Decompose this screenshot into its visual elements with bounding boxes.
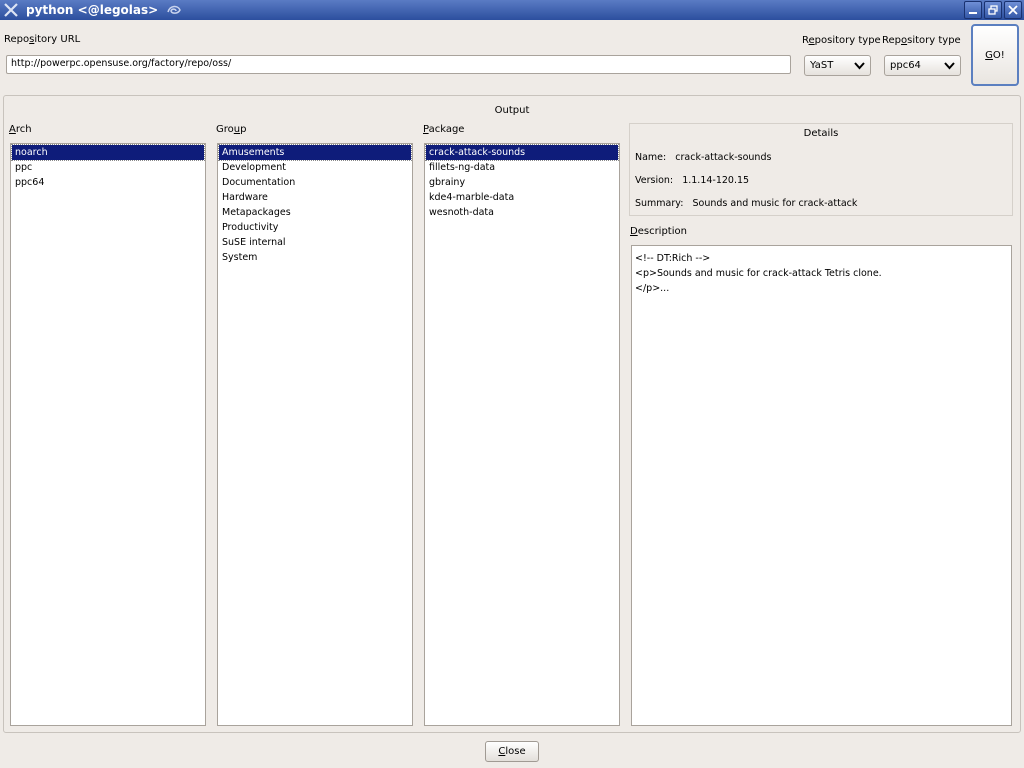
- group-list-item[interactable]: Documentation: [219, 175, 411, 190]
- description-text[interactable]: <!-- DT:Rich --> <p>Sounds and music for…: [631, 245, 1012, 726]
- arch-list[interactable]: noarch ppc ppc64: [10, 143, 206, 726]
- group-list-item[interactable]: SuSE internal: [219, 235, 411, 250]
- group-list-item[interactable]: Amusements: [218, 144, 412, 161]
- detail-summary-label: Summary:: [635, 198, 684, 209]
- description-line: </p>...: [635, 283, 670, 294]
- window-titlebar[interactable]: python <@legolas>: [0, 0, 1024, 20]
- chevron-down-icon: [854, 60, 865, 74]
- group-label: Group: [216, 124, 247, 135]
- arch-list-item[interactable]: noarch: [11, 144, 205, 161]
- repo-type-select[interactable]: YaST: [804, 55, 871, 76]
- repo-type-value: YaST: [810, 60, 834, 71]
- group-list-item[interactable]: Metapackages: [219, 205, 411, 220]
- description-label: Description: [630, 226, 687, 237]
- repo-arch-value: ppc64: [890, 60, 921, 71]
- detail-summary-value: Sounds and music for crack-attack: [692, 198, 858, 209]
- package-list-item[interactable]: crack-attack-sounds: [425, 144, 619, 161]
- close-icon[interactable]: [1004, 1, 1022, 19]
- detail-version-label: Version:: [635, 175, 674, 186]
- group-list-item[interactable]: Productivity: [219, 220, 411, 235]
- details-title: Details: [803, 128, 839, 139]
- close-button[interactable]: Close: [485, 741, 539, 762]
- package-list-item[interactable]: gbrainy: [426, 175, 618, 190]
- group-list-item[interactable]: System: [219, 250, 411, 265]
- detail-name: Name: crack-attack-sounds: [635, 152, 771, 163]
- repo-type-label-1: Repository type: [802, 35, 881, 46]
- package-list-item[interactable]: kde4-marble-data: [426, 190, 618, 205]
- arch-list-item[interactable]: ppc64: [12, 175, 204, 190]
- tentacle-icon: [166, 2, 182, 18]
- description-line: <p>Sounds and music for crack-attack Tet…: [635, 268, 882, 279]
- detail-version: Version: 1.1.14-120.15: [635, 175, 749, 186]
- window-title: python <@legolas>: [26, 3, 159, 17]
- repo-url-label: Repository URL: [4, 34, 81, 45]
- package-list[interactable]: crack-attack-sounds fillets-ng-data gbrain…: [424, 143, 620, 726]
- x-close-app-icon[interactable]: [2, 1, 20, 19]
- detail-summary: Summary: Sounds and music for crack-atta…: [635, 198, 857, 209]
- repo-url-input[interactable]: http://powerpc.opensuse.org/factory/repo…: [6, 55, 791, 74]
- minimize-icon[interactable]: [964, 1, 982, 19]
- group-list-item[interactable]: Development: [219, 160, 411, 175]
- chevron-down-icon: [944, 60, 955, 74]
- detail-version-value: 1.1.14-120.15: [682, 175, 750, 186]
- group-list[interactable]: Amusements Development Documentation Hardwa…: [217, 143, 413, 726]
- output-title: Output: [494, 105, 530, 116]
- package-label: Package: [423, 124, 465, 135]
- detail-name-value: crack-attack-sounds: [675, 152, 772, 163]
- arch-list-item[interactable]: ppc: [12, 160, 204, 175]
- restore-icon[interactable]: [984, 1, 1002, 19]
- description-line: <!-- DT:Rich -->: [635, 253, 711, 264]
- arch-label: Arch: [9, 124, 32, 135]
- package-list-item[interactable]: fillets-ng-data: [426, 160, 618, 175]
- go-button[interactable]: G O!: [971, 24, 1019, 86]
- group-list-item[interactable]: Hardware: [219, 190, 411, 205]
- repo-arch-select[interactable]: ppc64: [884, 55, 961, 76]
- repo-type-label-2: Repository type: [882, 35, 961, 46]
- package-list-item[interactable]: wesnoth-data: [426, 205, 618, 220]
- detail-name-label: Name:: [635, 152, 667, 163]
